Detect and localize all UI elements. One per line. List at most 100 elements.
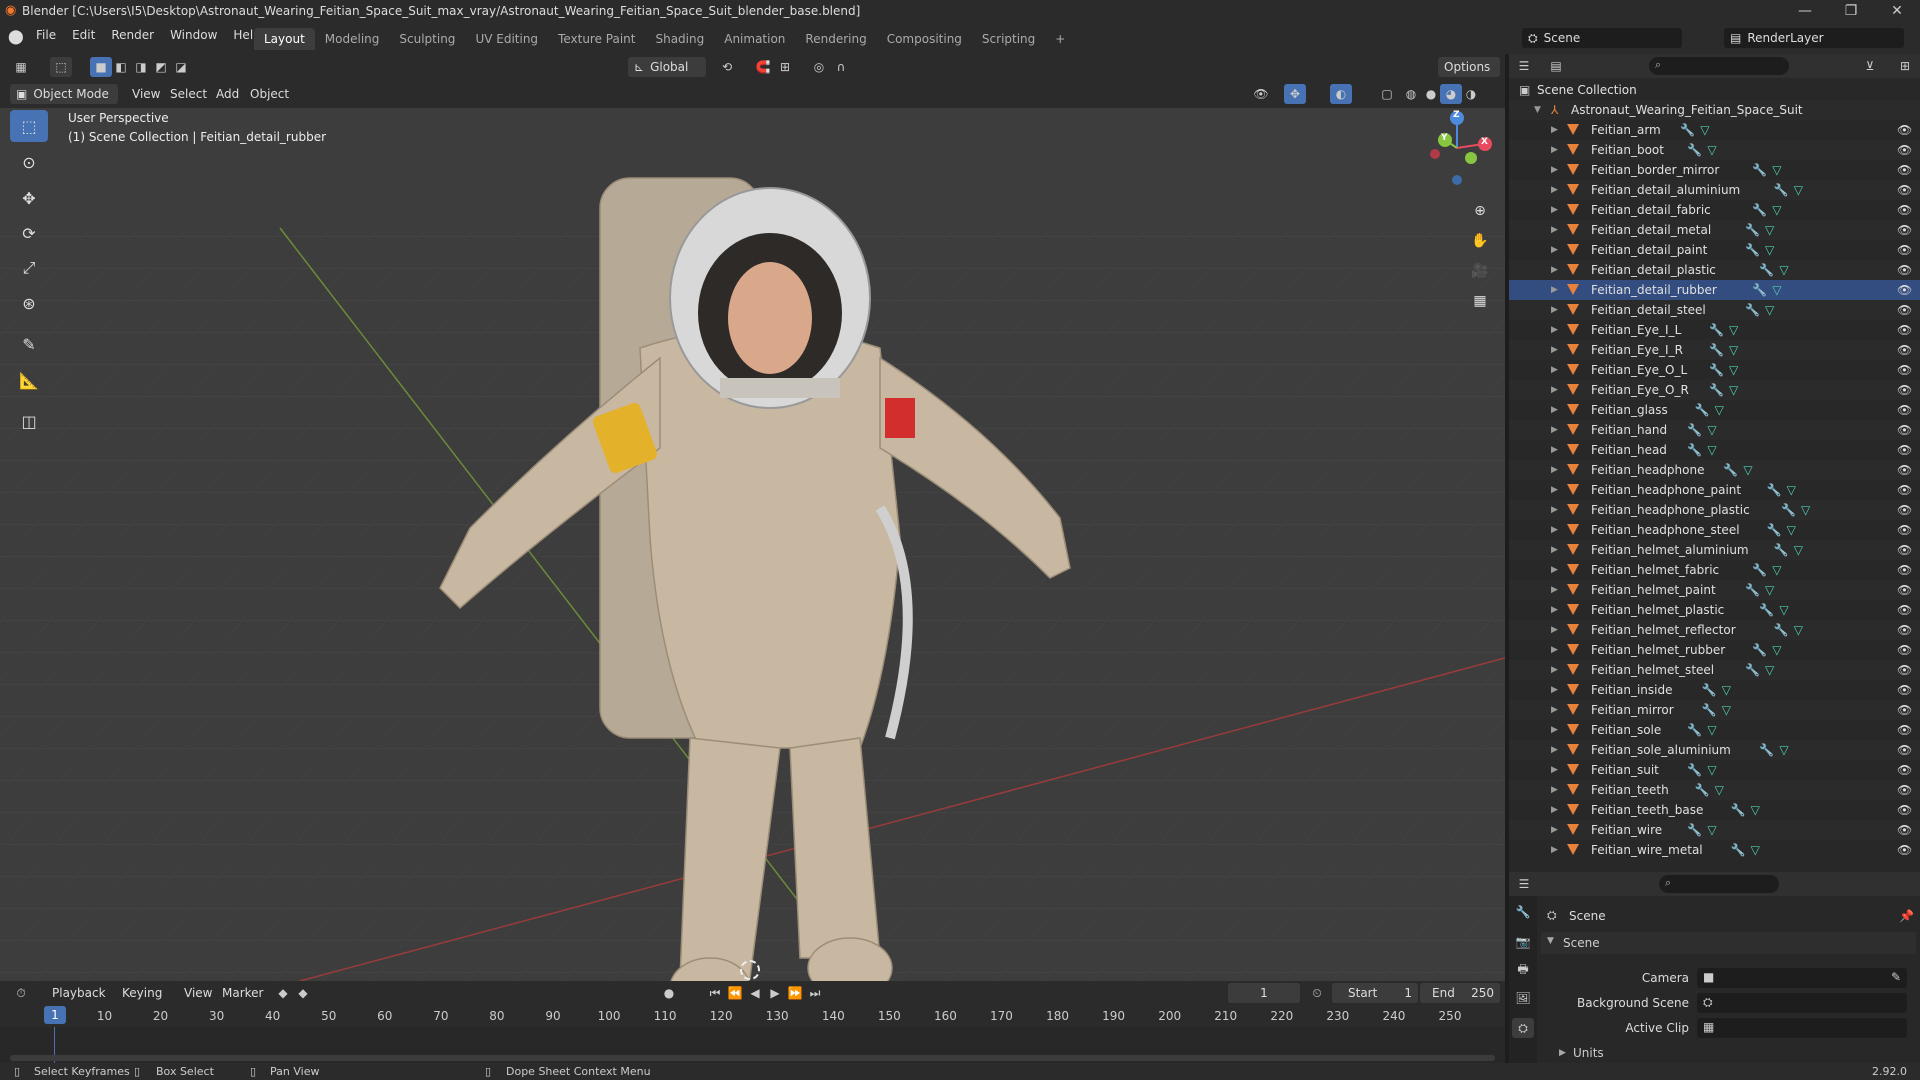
mesh-data-icon[interactable]: ▽ bbox=[1751, 803, 1760, 817]
mesh-data-icon[interactable]: ▽ bbox=[1700, 123, 1709, 137]
scale-tool-icon[interactable]: ⤢ bbox=[10, 252, 48, 284]
navigation-gizmo[interactable]: Z Y X ⊕ ✋ 🎥 ▦ bbox=[1415, 108, 1505, 309]
modifier-wrench-icon[interactable]: 🔧 bbox=[1702, 683, 1717, 697]
outliner-item[interactable]: ▶ Feitian_wire 🔧 ▽ 👁 bbox=[1509, 820, 1920, 840]
tab-compositing[interactable]: Compositing bbox=[877, 28, 972, 50]
rendered-shading-icon[interactable]: ◑ bbox=[1460, 84, 1482, 104]
pivot-point-icon[interactable]: ⟲ bbox=[716, 57, 738, 77]
expand-icon[interactable]: ▼ bbox=[1534, 105, 1541, 115]
mesh-data-icon[interactable]: ▽ bbox=[1729, 343, 1738, 357]
visibility-eye-icon[interactable]: 👁 bbox=[1897, 163, 1912, 177]
scene-collection-row[interactable]: ▣ Scene Collection bbox=[1509, 80, 1920, 100]
outliner-item[interactable]: ▶ Feitian_helmet_rubber 🔧 ▽ 👁 bbox=[1509, 640, 1920, 660]
timeline-scrollbar[interactable] bbox=[10, 1055, 1495, 1061]
outliner-item[interactable]: ▶ Feitian_detail_steel 🔧 ▽ 👁 bbox=[1509, 300, 1920, 320]
modifier-wrench-icon[interactable]: 🔧 bbox=[1752, 203, 1767, 217]
menu-render[interactable]: Render bbox=[103, 28, 162, 42]
zoom-icon[interactable]: ⊕ bbox=[1467, 198, 1493, 224]
outliner-item[interactable]: ▶ Feitian_helmet_steel 🔧 ▽ 👁 bbox=[1509, 660, 1920, 680]
expand-icon[interactable]: ▶ bbox=[1551, 645, 1558, 655]
editor-type-icon[interactable]: ▦ bbox=[10, 57, 32, 77]
outliner-item[interactable]: ▶ Feitian_Eye_O_L 🔧 ▽ 👁 bbox=[1509, 360, 1920, 380]
modifier-wrench-icon[interactable]: 🔧 bbox=[1745, 243, 1760, 257]
modifier-wrench-icon[interactable]: 🔧 bbox=[1687, 763, 1702, 777]
cursor-tool-icon[interactable]: ⊙ bbox=[10, 146, 48, 178]
visibility-eye-icon[interactable]: 👁 bbox=[1897, 203, 1912, 217]
mesh-data-icon[interactable]: ▽ bbox=[1715, 403, 1724, 417]
blender-menu-icon[interactable]: ⬤ bbox=[8, 29, 24, 45]
expand-icon[interactable]: ▶ bbox=[1551, 465, 1558, 475]
properties-search-input[interactable]: ⌕ bbox=[1659, 875, 1779, 893]
expand-icon[interactable]: ▶ bbox=[1551, 385, 1558, 395]
solid-shading-icon[interactable]: ● bbox=[1420, 84, 1442, 104]
axis-gizmo[interactable] bbox=[1415, 108, 1505, 198]
outliner-item[interactable]: ▶ Feitian_border_mirror 🔧 ▽ 👁 bbox=[1509, 160, 1920, 180]
mesh-data-icon[interactable]: ▽ bbox=[1765, 583, 1774, 597]
mesh-data-icon[interactable]: ▽ bbox=[1707, 143, 1716, 157]
mesh-data-icon[interactable]: ▽ bbox=[1772, 643, 1781, 657]
outliner-item[interactable]: ▶ Feitian_sole_aluminium 🔧 ▽ 👁 bbox=[1509, 740, 1920, 760]
mesh-data-icon[interactable]: ▽ bbox=[1787, 523, 1796, 537]
start-frame-field[interactable]: Start 1 bbox=[1332, 983, 1418, 1003]
visibility-eye-icon[interactable]: 👁 bbox=[1897, 563, 1912, 577]
visibility-eye-icon[interactable]: 👁 bbox=[1897, 783, 1912, 797]
expand-icon[interactable]: ▶ bbox=[1551, 565, 1558, 575]
expand-icon[interactable]: ▶ bbox=[1551, 585, 1558, 595]
outliner-item[interactable]: ▶ Feitian_suit 🔧 ▽ 👁 bbox=[1509, 760, 1920, 780]
modifier-wrench-icon[interactable]: 🔧 bbox=[1759, 743, 1774, 757]
keyframe-next-icon[interactable]: ◆ bbox=[292, 983, 314, 1003]
pan-hand-icon[interactable]: ✋ bbox=[1467, 228, 1493, 254]
visibility-eye-icon[interactable]: 👁 bbox=[1897, 123, 1912, 137]
visibility-eye-icon[interactable]: 👁 bbox=[1897, 243, 1912, 257]
astronaut-model[interactable] bbox=[0, 108, 1505, 981]
tab-scripting[interactable]: Scripting bbox=[972, 28, 1045, 50]
outliner-item[interactable]: ▶ Feitian_detail_rubber 🔧 ▽ 👁 bbox=[1509, 280, 1920, 300]
tab-modeling[interactable]: Modeling bbox=[315, 28, 390, 50]
visibility-eye-icon[interactable]: 👁 bbox=[1897, 463, 1912, 477]
outliner-item[interactable]: ▶ Feitian_headphone 🔧 ▽ 👁 bbox=[1509, 460, 1920, 480]
ortho-grid-icon[interactable]: ▦ bbox=[1467, 288, 1493, 314]
expand-icon[interactable]: ▶ bbox=[1551, 765, 1558, 775]
scene-tab-icon[interactable]: ⛭ bbox=[1512, 1018, 1534, 1038]
tool-tab-icon[interactable]: 🔧 bbox=[1512, 902, 1534, 922]
visibility-eye-icon[interactable]: 👁 bbox=[1897, 543, 1912, 557]
modifier-wrench-icon[interactable]: 🔧 bbox=[1687, 723, 1702, 737]
mesh-data-icon[interactable]: ▽ bbox=[1794, 623, 1803, 637]
mesh-data-icon[interactable]: ▽ bbox=[1729, 383, 1738, 397]
modifier-wrench-icon[interactable]: 🔧 bbox=[1774, 623, 1789, 637]
menu-edit[interactable]: Edit bbox=[64, 28, 103, 42]
proportional-edit-icon[interactable]: ◎ bbox=[808, 57, 830, 77]
units-collapse-icon[interactable]: ▶ bbox=[1559, 1048, 1566, 1058]
transform-tool-icon[interactable]: ⊛ bbox=[10, 287, 48, 319]
units-panel-label[interactable]: Units bbox=[1573, 1046, 1604, 1060]
keying-menu[interactable]: Keying bbox=[116, 983, 168, 1003]
visibility-eye-icon[interactable]: 👁 bbox=[1897, 603, 1912, 617]
visibility-eye-icon[interactable]: 👁 bbox=[1897, 343, 1912, 357]
menu-window[interactable]: Window bbox=[162, 28, 225, 42]
prev-keyframe-icon[interactable]: ⏪ bbox=[724, 983, 746, 1003]
visibility-eye-icon[interactable]: 👁 bbox=[1897, 643, 1912, 657]
move-tool-icon[interactable]: ✥ bbox=[10, 182, 48, 214]
expand-icon[interactable]: ▶ bbox=[1551, 625, 1558, 635]
add-cube-tool-icon[interactable]: ◫ bbox=[10, 405, 48, 437]
play-reverse-icon[interactable]: ◀ bbox=[744, 983, 766, 1003]
mesh-data-icon[interactable]: ▽ bbox=[1779, 263, 1788, 277]
select-menu[interactable]: Select bbox=[164, 84, 213, 104]
modifier-wrench-icon[interactable]: 🔧 bbox=[1723, 463, 1738, 477]
mesh-data-icon[interactable]: ▽ bbox=[1772, 203, 1781, 217]
outliner-item[interactable]: ▶ Feitian_detail_paint 🔧 ▽ 👁 bbox=[1509, 240, 1920, 260]
select-mode-extend-icon[interactable]: ◧ bbox=[110, 57, 132, 77]
mesh-data-icon[interactable]: ▽ bbox=[1743, 463, 1752, 477]
camera-view-icon[interactable]: 🎥 bbox=[1467, 258, 1493, 284]
visibility-eye-icon[interactable]: 👁 bbox=[1897, 723, 1912, 737]
output-tab-icon[interactable]: 🖶 bbox=[1512, 960, 1534, 980]
modifier-wrench-icon[interactable]: 🔧 bbox=[1745, 223, 1760, 237]
visibility-eye-icon[interactable]: 👁 bbox=[1897, 423, 1912, 437]
scene-panel-header[interactable]: ▼ Scene bbox=[1541, 932, 1916, 954]
timeline-ruler[interactable]: 1 10 20 30 40 50 60 70 80 90 100 110 120 130 140 150 16… bbox=[0, 1005, 1505, 1027]
expand-icon[interactable]: ▶ bbox=[1551, 405, 1558, 415]
renderlayer-selector[interactable]: ▤ RenderLayer bbox=[1724, 28, 1904, 48]
expand-icon[interactable]: ▶ bbox=[1551, 505, 1558, 515]
modifier-wrench-icon[interactable]: 🔧 bbox=[1731, 843, 1746, 857]
modifier-wrench-icon[interactable]: 🔧 bbox=[1752, 283, 1767, 297]
